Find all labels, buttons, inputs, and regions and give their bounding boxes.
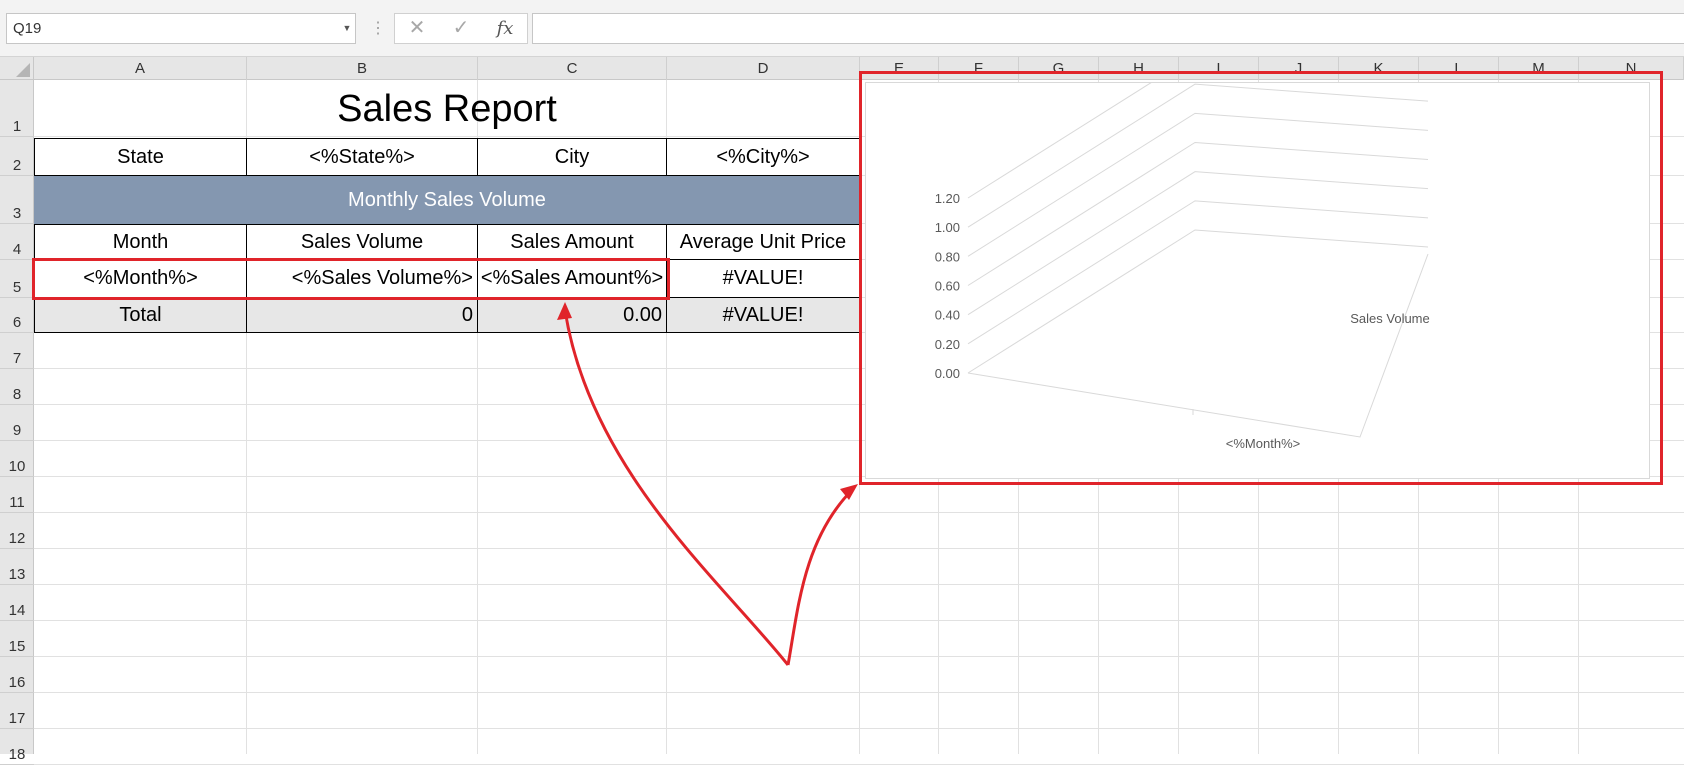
arrow-to-data-row [563, 309, 790, 666]
annotation-arrows [557, 302, 858, 666]
arrow-head-chart [840, 484, 858, 500]
arrow-head-data-row [557, 302, 572, 320]
arrow-to-chart [786, 488, 854, 666]
